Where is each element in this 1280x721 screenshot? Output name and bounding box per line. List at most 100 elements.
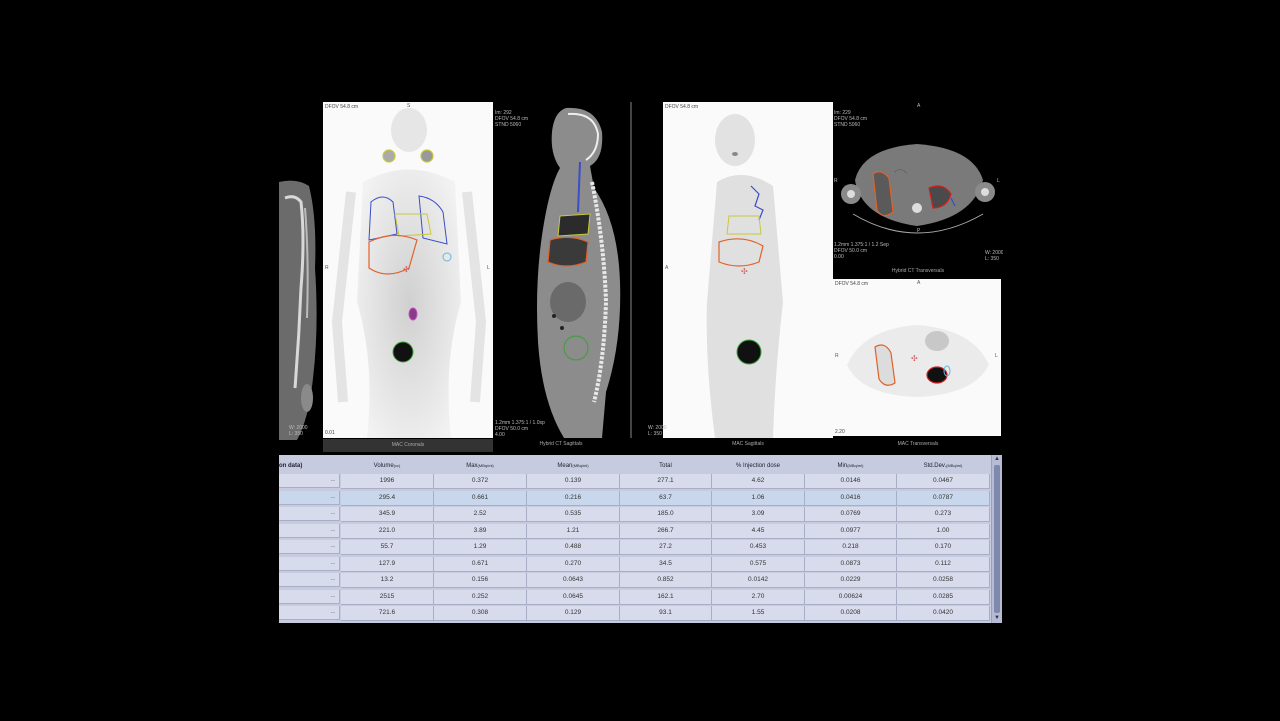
transverse-ct-window-level: W: 2000 L: 350 xyxy=(985,250,1003,262)
table-cell: 0.308 xyxy=(434,606,527,621)
column-header-label: % Injection dose xyxy=(735,463,781,469)
table-cell: 0.0769 xyxy=(805,507,897,522)
transverse-mip-orient-right: L xyxy=(995,353,998,359)
table-cell: 0.00624 xyxy=(805,589,897,605)
sagittal-mip-info-top: DFOV 54.8 cm xyxy=(665,104,699,110)
table-cell: 127.9 xyxy=(341,556,434,572)
table-cell: 1.55 xyxy=(712,606,805,621)
table-cell: 0.0229 xyxy=(805,573,897,588)
table-row[interactable]: -- 55.7 1.29 0.488 27.2 0.453 0.218 0.170 xyxy=(279,540,991,555)
column-header[interactable]: Mean(MBq/ml) xyxy=(527,463,619,469)
column-header-unit: (MBq/ml) xyxy=(572,463,589,468)
table-cell: 0.156 xyxy=(434,573,527,588)
transverse-mip-caption: MAC Transversals xyxy=(897,441,939,447)
coronal-mip-image: ✣ xyxy=(331,108,487,438)
transverse-ct-caption: Hybrid CT Transversals xyxy=(891,268,945,274)
transverse-mip-orient-left: R xyxy=(835,353,839,359)
column-header[interactable]: Min(MBq/ml) xyxy=(805,463,896,469)
table-cell: 0.372 xyxy=(434,474,527,489)
table-cell: 185.0 xyxy=(620,507,712,522)
coronal-orient-top: S xyxy=(407,103,411,109)
sagittal-mip-window-level: W: 2000 L: 350 xyxy=(648,425,667,437)
table-row[interactable]: -- 221.0 3.89 1.21 266.7 4.45 0.0977 1.00 xyxy=(279,523,991,539)
scroll-thumb[interactable] xyxy=(994,465,1000,613)
sagittal-mip-viewport[interactable]: ✣ DFOV 54.8 cm A xyxy=(663,102,833,438)
table-cell: 2.52 xyxy=(434,507,527,522)
ct-arm-partial-viewport[interactable] xyxy=(279,178,319,440)
sagittal-mip-caption: MAC Sagittals xyxy=(732,441,764,447)
table-cell: 0.0420 xyxy=(897,606,990,621)
table-row[interactable]: -- 295.4 0.661 0.216 63.7 1.06 0.0416 0.0787 xyxy=(279,490,991,506)
coronal-orient-right: L xyxy=(487,265,490,271)
transverse-ct-orient-bottom: P xyxy=(917,228,921,234)
row-name-cell[interactable]: -- xyxy=(279,540,340,554)
row-name-cell[interactable]: -- xyxy=(279,474,340,488)
sagittal-ct-caption: Hybrid CT Sagittals xyxy=(539,441,583,447)
column-header[interactable]: Total xyxy=(620,463,711,469)
row-name-cell[interactable]: -- xyxy=(279,606,340,620)
coronal-mip-viewport[interactable]: ✣ DFOV 54.8 cm S R L 0.01 xyxy=(323,102,493,438)
transverse-mip-viewport[interactable]: ✣ DFOV 54.8 cm A R L 2.20 xyxy=(833,279,1001,436)
table-cell: 3.09 xyxy=(712,507,805,522)
ct-arm-image xyxy=(279,180,317,440)
row-name-cell[interactable]: -- xyxy=(279,523,340,538)
row-name-cell[interactable]: -- xyxy=(279,589,340,604)
table-cell: 0.0645 xyxy=(527,589,620,605)
table-row[interactable]: -- 1996 0.372 0.139 277.1 4.62 0.0146 0.0467 xyxy=(279,474,991,489)
sagittal-ct-info-top: Im: 292 DFOV 54.8 cm STND 5060 xyxy=(495,110,529,128)
scroll-up-arrow-icon[interactable]: ▲ xyxy=(993,456,1001,463)
column-header-label: Min xyxy=(837,463,848,469)
table-cell: 221.0 xyxy=(341,523,434,539)
column-header-unit: (MBq/ml) xyxy=(477,463,494,468)
table-cell: 1.06 xyxy=(712,490,805,506)
table-cell: 0.535 xyxy=(527,507,620,522)
transverse-ct-viewport[interactable]: Im: 229 DFOV 54.8 cm STND 5060 A R L P 1… xyxy=(833,102,1003,270)
table-cell: 0.671 xyxy=(434,556,527,572)
table-cell: 0.488 xyxy=(527,540,620,555)
table-cell: 27.2 xyxy=(620,540,712,555)
table-scrollbar[interactable]: ▲ ▼ xyxy=(991,455,1002,623)
sagittal-ct-viewport[interactable]: Im: 292 DFOV 54.8 cm STND 5060 1.2mm 1.3… xyxy=(494,102,628,438)
column-header[interactable]: Std.Dev.(MBq/ml) xyxy=(897,463,989,469)
svg-text:✣: ✣ xyxy=(741,267,748,276)
table-cell: 162.1 xyxy=(620,589,712,605)
svg-text:✣: ✣ xyxy=(403,265,410,274)
table-cell: 0.0146 xyxy=(805,474,897,489)
table-cell: 0.661 xyxy=(434,490,527,506)
column-header[interactable]: on data) xyxy=(279,463,340,469)
column-header-label: on data) xyxy=(279,463,303,469)
column-header-label: Mean xyxy=(557,463,573,469)
scroll-down-arrow-icon[interactable]: ▼ xyxy=(993,615,1001,622)
row-name-cell[interactable]: -- xyxy=(279,556,340,571)
column-header-label: Volume xyxy=(373,463,394,469)
table-row[interactable]: -- 13.2 0.156 0.0643 0.852 0.0142 0.0229 0.0258 xyxy=(279,573,991,588)
row-name-cell[interactable]: -- xyxy=(279,573,340,587)
transverse-mip-info-top: DFOV 54.8 cm xyxy=(835,281,869,287)
column-header[interactable]: Volume(cc) xyxy=(341,463,433,469)
transverse-mip-scale-tick: 2.20 xyxy=(835,429,845,435)
table-cell: 34.5 xyxy=(620,556,712,572)
table-row[interactable]: -- 2515 0.252 0.0645 162.1 2.70 0.00624 0.0285 xyxy=(279,589,991,605)
table-row[interactable]: -- 345.9 2.52 0.535 185.0 3.09 0.0769 0.273 xyxy=(279,507,991,522)
column-header-unit: (MBq/ml) xyxy=(946,463,963,468)
table-cell: 0.0258 xyxy=(897,573,990,588)
table-cell: 277.1 xyxy=(620,474,712,489)
table-cell: 0.0977 xyxy=(805,523,897,539)
table-cell: 295.4 xyxy=(341,490,434,506)
table-cell: 63.7 xyxy=(620,490,712,506)
roi-statistics-table[interactable]: on data) Volume(cc) Max(MBq/ml) Mean(MBq/ml… xyxy=(279,455,1001,623)
coronal-scale-tick: 0.01 xyxy=(325,430,335,436)
table-cell: 2.70 xyxy=(712,589,805,605)
coronal-caption: MAC Coronals xyxy=(323,439,493,452)
table-cell: 3.89 xyxy=(434,523,527,539)
row-name-cell[interactable]: -- xyxy=(279,490,340,505)
table-row[interactable]: -- 721.6 0.308 0.129 93.1 1.55 0.0208 0.0420 xyxy=(279,606,991,621)
table-row[interactable]: -- 127.9 0.671 0.270 34.5 0.575 0.0873 0.112 xyxy=(279,556,991,572)
column-header[interactable]: Max(MBq/ml) xyxy=(434,463,526,469)
coronal-info-top: DFOV 54.8 cm xyxy=(325,104,359,110)
row-name-cell[interactable]: -- xyxy=(279,507,340,521)
sagittal-mip-image: ✣ xyxy=(706,114,783,438)
table-cell: 1.21 xyxy=(527,523,620,539)
column-header[interactable]: % Injection dose xyxy=(712,463,804,469)
table-cell: 0.0416 xyxy=(805,490,897,506)
